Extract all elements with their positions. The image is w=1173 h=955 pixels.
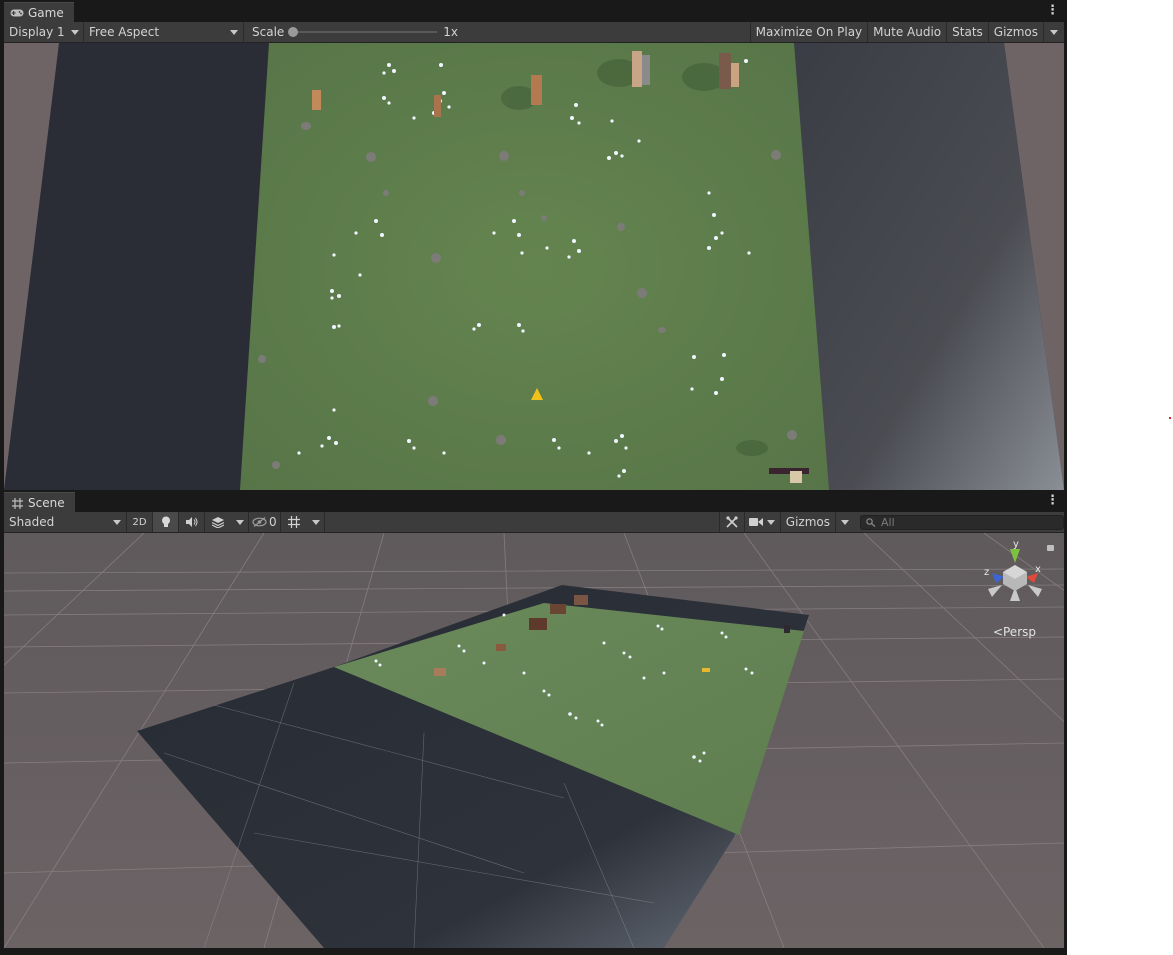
game-tabbar: Game ⋮	[4, 2, 1064, 23]
hidden-count: 0	[269, 515, 277, 529]
scene-gizmos-toggle[interactable]: Gizmos	[781, 512, 836, 532]
draw-mode-dropdown[interactable]: Shaded	[4, 512, 127, 532]
grid-snap-dropdown[interactable]	[307, 512, 325, 532]
mute-audio-label: Mute Audio	[873, 25, 942, 39]
chevron-left-icon: <	[992, 625, 1003, 639]
effects-toggle[interactable]	[205, 512, 231, 532]
scene-orientation-gizmo[interactable]: y x z	[982, 539, 1048, 611]
eye-slash-icon	[252, 517, 267, 527]
chevron-down-icon	[311, 519, 320, 525]
chevron-down-icon	[230, 29, 238, 35]
axis-gizmo-icon: y x z	[984, 539, 1042, 601]
mode-2d-toggle[interactable]: 2D	[127, 512, 153, 532]
mute-audio-toggle[interactable]: Mute Audio	[868, 22, 948, 42]
kebab-menu-icon[interactable]: ⋮	[1046, 494, 1059, 508]
scale-value: 1x	[443, 25, 459, 39]
scene-viewport[interactable]: y x z <Persp	[4, 533, 1064, 948]
tab-game-label: Game	[28, 6, 64, 20]
scale-slider-knob[interactable]	[288, 27, 299, 37]
kebab-menu-icon[interactable]: ⋮	[1046, 4, 1059, 18]
scene-panel: Scene ⋮ Shaded 2D 0 Gizmos All y x z <Pe…	[4, 492, 1064, 948]
game-gizmos-label: Gizmos	[993, 25, 1038, 39]
lock-icon[interactable]	[1047, 545, 1054, 551]
aspect-dropdown-label: Free Aspect	[89, 25, 160, 39]
scene-gizmos-dropdown[interactable]	[836, 512, 854, 532]
grid-icon	[10, 497, 24, 509]
hidden-objects-toggle[interactable]: 0	[249, 512, 281, 532]
game-panel: Game ⋮ Display 1 Free Aspect Scale 1x Ma…	[4, 2, 1064, 490]
stats-toggle[interactable]: Stats	[947, 22, 989, 42]
audio-toggle[interactable]	[179, 512, 205, 532]
bottom-edge	[0, 948, 1067, 955]
scene-toolbar: Shaded 2D 0 Gizmos All	[4, 512, 1064, 533]
axis-y-label: y	[1013, 539, 1019, 550]
game-viewport[interactable]	[4, 43, 1064, 490]
aspect-dropdown[interactable]: Free Aspect	[84, 22, 244, 42]
scene-player-marker	[702, 668, 710, 672]
scene-camera-dropdown[interactable]	[745, 512, 781, 532]
game-gizmos-toggle[interactable]: Gizmos	[989, 22, 1044, 42]
game-toolbar: Display 1 Free Aspect Scale 1x Maximize …	[4, 22, 1064, 43]
axis-x-label: x	[1035, 564, 1041, 575]
display-dropdown-label: Display 1	[9, 25, 65, 39]
display-dropdown[interactable]: Display 1	[4, 22, 84, 42]
scene-search-placeholder: All	[881, 515, 895, 529]
maximize-on-play-toggle[interactable]: Maximize On Play	[749, 22, 869, 42]
scene-gizmos-label: Gizmos	[785, 515, 830, 529]
mode-2d-label: 2D	[132, 516, 147, 528]
draw-mode-label: Shaded	[9, 515, 55, 529]
tab-scene-label: Scene	[28, 496, 65, 510]
camera-icon	[748, 518, 763, 526]
grid-snap-toggle[interactable]	[281, 512, 307, 532]
chevron-down-icon	[113, 519, 121, 525]
game-render	[4, 43, 1064, 490]
chevron-down-icon	[235, 519, 244, 525]
unity-editor: Game ⋮ Display 1 Free Aspect Scale 1x Ma…	[0, 0, 1067, 955]
scene-render	[4, 533, 1064, 948]
gamepad-icon	[10, 7, 24, 19]
projection-label: Persp	[1003, 625, 1036, 639]
tab-scene[interactable]: Scene	[4, 492, 75, 513]
scene-search-input[interactable]: All	[860, 514, 1064, 530]
chevron-down-icon	[1050, 29, 1058, 35]
scene-tabbar: Scene ⋮	[4, 492, 1064, 513]
effects-dropdown[interactable]	[231, 512, 249, 532]
lighting-toggle[interactable]	[153, 512, 179, 532]
scale-slider[interactable]	[288, 27, 438, 37]
game-gizmos-dropdown[interactable]	[1044, 22, 1064, 42]
scene-tools-button[interactable]	[718, 512, 745, 532]
chevron-down-icon	[766, 519, 775, 525]
axis-z-label: z	[984, 567, 989, 578]
chevron-down-icon	[70, 29, 79, 35]
search-icon	[866, 517, 876, 527]
projection-toggle[interactable]: <Persp	[993, 625, 1036, 639]
scale-control: Scale 1x	[244, 22, 463, 42]
bulb-icon	[161, 516, 170, 527]
tools-icon	[726, 516, 738, 528]
grid-snap-icon	[288, 516, 300, 528]
right-blank-area	[1067, 0, 1173, 955]
maximize-on-play-label: Maximize On Play	[755, 25, 863, 39]
red-pixel-marker	[1169, 417, 1171, 419]
scale-label: Scale	[252, 25, 285, 39]
layers-icon	[212, 516, 224, 528]
speaker-icon	[185, 517, 197, 527]
stats-label: Stats	[952, 25, 983, 39]
tab-game[interactable]: Game	[4, 2, 74, 23]
chevron-down-icon	[841, 519, 849, 525]
